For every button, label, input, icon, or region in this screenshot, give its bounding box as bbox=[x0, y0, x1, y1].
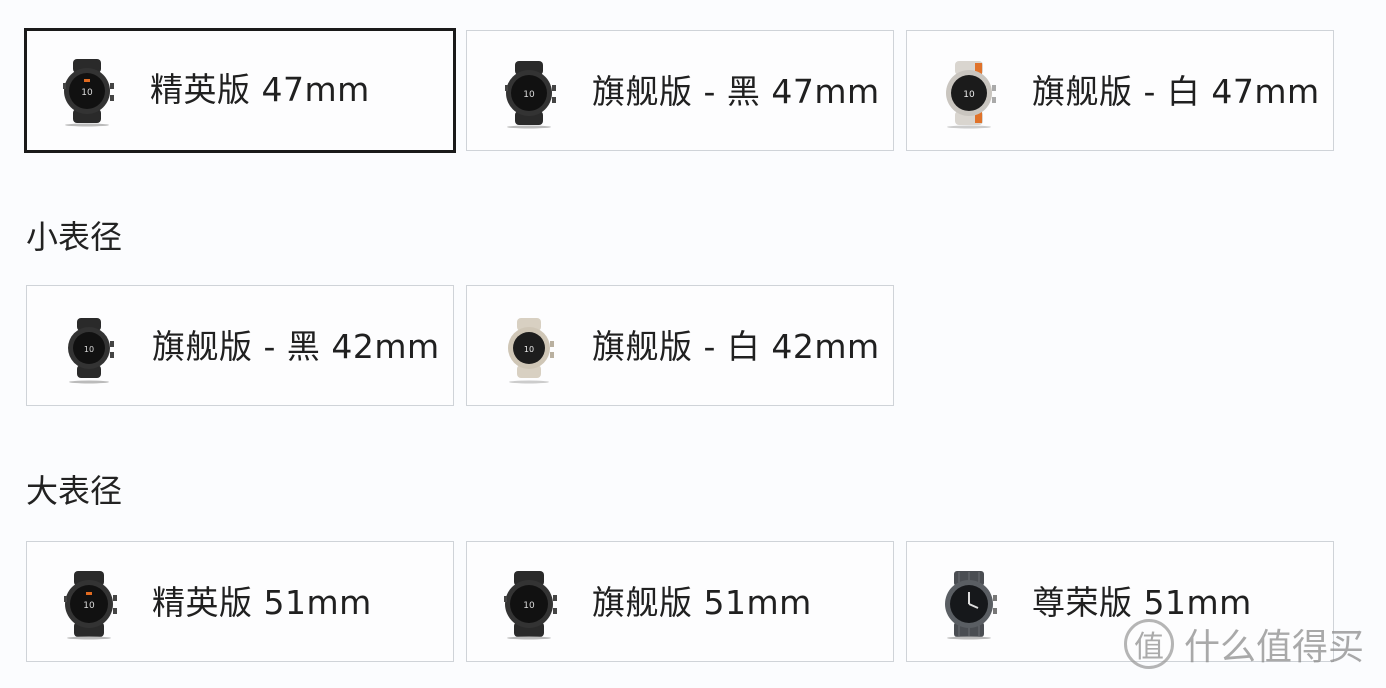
option-card-flagship-white-47mm[interactable]: 10 旗舰版 - 白 47mm bbox=[906, 30, 1334, 151]
watch-metal-icon bbox=[933, 568, 1005, 640]
option-label: 精英版 51mm bbox=[152, 583, 372, 622]
watermark-badge-icon: 值 bbox=[1123, 619, 1174, 669]
svg-text:10: 10 bbox=[83, 601, 95, 611]
section-title-small-case: 小表径 bbox=[26, 218, 123, 256]
option-card-elite-47mm[interactable]: 10 精英版 47mm bbox=[24, 28, 456, 153]
watch-cream-icon: 10 bbox=[493, 312, 565, 384]
watch-dark-icon: 10 bbox=[53, 568, 125, 640]
svg-text:10: 10 bbox=[523, 90, 535, 100]
svg-text:10: 10 bbox=[81, 88, 93, 98]
watch-white-orange-icon: 10 bbox=[933, 57, 1005, 129]
option-label: 旗舰版 51mm bbox=[592, 583, 812, 622]
watermark-text: 什么值得买 bbox=[1183, 627, 1364, 668]
watermark: 值 什么值得买 bbox=[1123, 618, 1364, 670]
svg-text:10: 10 bbox=[84, 345, 94, 354]
section-title-large-case: 大表径 bbox=[26, 472, 123, 510]
option-card-flagship-white-42mm[interactable]: 10 旗舰版 - 白 42mm bbox=[466, 285, 894, 406]
option-card-elite-51mm[interactable]: 10 精英版 51mm bbox=[26, 541, 454, 662]
option-card-flagship-51mm[interactable]: 10 旗舰版 51mm bbox=[466, 541, 894, 662]
option-label: 精英版 47mm bbox=[150, 70, 370, 109]
option-label: 旗舰版 - 白 42mm bbox=[592, 327, 880, 366]
watch-dark-icon: 10 bbox=[493, 568, 565, 640]
option-card-flagship-black-47mm[interactable]: 10 旗舰版 - 黑 47mm bbox=[466, 30, 894, 151]
option-label: 旗舰版 - 黑 42mm bbox=[152, 327, 440, 366]
svg-text:10: 10 bbox=[523, 601, 535, 611]
option-card-flagship-black-42mm[interactable]: 10 旗舰版 - 黑 42mm bbox=[26, 285, 454, 406]
svg-text:10: 10 bbox=[524, 345, 534, 354]
option-label: 旗舰版 - 黑 47mm bbox=[592, 72, 880, 111]
option-label: 旗舰版 - 白 47mm bbox=[1032, 72, 1320, 111]
watch-dark-icon: 10 bbox=[51, 55, 123, 127]
watch-dark-icon: 10 bbox=[493, 57, 565, 129]
svg-text:10: 10 bbox=[963, 90, 975, 100]
watch-dark-icon: 10 bbox=[53, 312, 125, 384]
